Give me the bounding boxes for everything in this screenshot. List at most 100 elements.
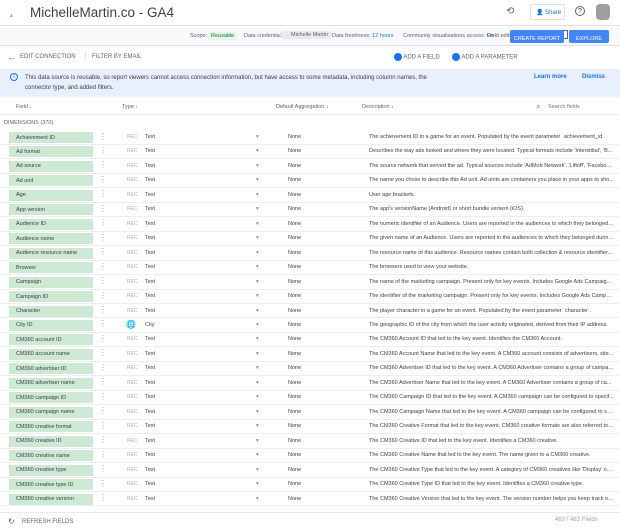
type-select[interactable]: Text — [145, 264, 155, 270]
more-vert-icon[interactable]: ⋮ — [99, 189, 107, 198]
chevron-down-icon[interactable]: ▾ — [256, 452, 259, 458]
more-vert-icon[interactable]: ⋮ — [99, 479, 107, 488]
type-select[interactable]: Text — [145, 409, 155, 415]
field-name-chip[interactable]: CM360 creative name — [9, 450, 93, 462]
aggregation-value[interactable]: None — [288, 177, 301, 183]
refresh-fields-button[interactable]: REFRESH FIELDS — [22, 519, 73, 525]
field-name-chip[interactable]: Audience ID — [9, 218, 93, 230]
field-name-chip[interactable]: CM360 advertiser name — [9, 377, 93, 389]
more-vert-icon[interactable]: ⋮ — [99, 435, 107, 444]
field-description[interactable]: Describes the way ads looked and where t… — [369, 148, 614, 154]
type-select[interactable]: Text — [145, 394, 155, 400]
field-name-chip[interactable]: Character — [9, 305, 93, 317]
field-name-chip[interactable]: Audience resource name — [9, 247, 93, 259]
field-description[interactable]: The browsers used to view your website. — [369, 264, 614, 270]
more-vert-icon[interactable]: ⋮ — [99, 233, 107, 242]
field-name-chip[interactable]: CM360 creative ID — [9, 435, 93, 447]
aggregation-value[interactable]: None — [288, 394, 301, 400]
field-description[interactable]: The CM360 Creative Version that led to t… — [369, 496, 614, 502]
field-description[interactable]: The player character in a game for an ev… — [369, 308, 614, 314]
field-description[interactable]: The achievement ID in a game for an even… — [369, 134, 614, 140]
more-vert-icon[interactable]: ⋮ — [99, 262, 107, 271]
more-vert-icon[interactable]: ⋮ — [99, 421, 107, 430]
field-description[interactable]: The CM360 Creative Type that led to the … — [369, 467, 614, 473]
type-select[interactable]: Text — [145, 336, 155, 342]
aggregation-value[interactable]: None — [288, 293, 301, 299]
type-select[interactable]: Text — [145, 467, 155, 473]
more-vert-icon[interactable]: ⋮ — [99, 160, 107, 169]
type-select[interactable]: Text — [145, 148, 155, 154]
type-select[interactable]: Text — [145, 438, 155, 444]
type-select[interactable]: Text — [145, 365, 155, 371]
chevron-down-icon[interactable]: ▾ — [256, 308, 259, 314]
add-field-button[interactable]: ADD A FIELD — [394, 53, 440, 61]
aggregation-value[interactable]: None — [288, 438, 301, 444]
type-select[interactable]: Text — [145, 192, 155, 198]
chevron-down-icon[interactable]: ▾ — [256, 351, 259, 357]
chevron-down-icon[interactable]: ▾ — [256, 394, 259, 400]
field-description[interactable]: User age brackets. — [369, 192, 614, 198]
more-vert-icon[interactable]: ⋮ — [99, 218, 107, 227]
type-select[interactable]: Text — [145, 235, 155, 241]
edit-connection-button[interactable]: EDIT CONNECTION — [20, 54, 76, 60]
field-name-chip[interactable]: CM360 account ID — [9, 334, 93, 346]
chevron-down-icon[interactable]: ▾ — [256, 380, 259, 386]
chevron-down-icon[interactable]: ▾ — [256, 322, 259, 328]
type-select[interactable]: City — [145, 322, 154, 328]
type-select[interactable]: Text — [145, 163, 155, 169]
type-select[interactable]: Text — [145, 496, 155, 502]
history-icon[interactable]: ⟲ — [506, 6, 514, 17]
more-vert-icon[interactable]: ⋮ — [99, 247, 107, 256]
aggregation-value[interactable]: None — [288, 423, 301, 429]
field-description[interactable]: The identifier of the marketing campaign… — [369, 293, 614, 299]
share-button[interactable]: 👤 Share — [530, 4, 565, 20]
chevron-down-icon[interactable]: ▾ — [256, 235, 259, 241]
more-vert-icon[interactable]: ⋮ — [99, 334, 107, 343]
more-vert-icon[interactable]: ⋮ — [99, 276, 107, 285]
field-description[interactable]: The CM360 Advertiser Name that led to th… — [369, 380, 614, 386]
chevron-down-icon[interactable]: ▾ — [256, 438, 259, 444]
chevron-down-icon[interactable]: ▾ — [256, 206, 259, 212]
more-vert-icon[interactable]: ⋮ — [99, 377, 107, 386]
description-header[interactable]: Description ↓ — [362, 104, 394, 110]
chevron-down-icon[interactable]: ▾ — [256, 496, 259, 502]
create-report-button[interactable]: CREATE REPORT — [510, 30, 564, 43]
field-description[interactable]: The resource name of this audience. Reso… — [369, 250, 614, 256]
more-vert-icon[interactable]: ⋮ — [99, 132, 107, 141]
type-select[interactable]: Text — [145, 351, 155, 357]
field-name-chip[interactable]: Ad source — [9, 160, 93, 172]
field-description[interactable]: The geographic ID of the city from which… — [369, 322, 614, 328]
aggregation-value[interactable]: None — [288, 148, 301, 154]
field-name-chip[interactable]: Campaign — [9, 276, 93, 288]
field-description[interactable]: The CM360 Campaign ID that led to the ke… — [369, 394, 614, 400]
aggregation-value[interactable]: None — [288, 250, 301, 256]
more-vert-icon[interactable]: ⋮ — [99, 348, 107, 357]
more-vert-icon[interactable]: ⋮ — [99, 146, 107, 155]
field-description[interactable]: The CM360 Account ID that led to the key… — [369, 336, 614, 342]
filter-by-email-button[interactable]: FILTER BY EMAIL — [92, 54, 141, 60]
field-description[interactable]: The CM360 Advertiser ID that led to the … — [369, 365, 614, 371]
field-description[interactable]: The CM360 Account Name that led to the k… — [369, 351, 614, 357]
community-access[interactable]: Community visualisations access: On — [403, 33, 494, 39]
field-name-chip[interactable]: Age — [9, 189, 93, 201]
more-vert-icon[interactable]: ⋮ — [99, 175, 107, 184]
explore-button[interactable]: EXPLORE — [569, 30, 609, 43]
aggregation-value[interactable]: None — [288, 235, 301, 241]
back-arrow-icon[interactable]: ← — [7, 52, 16, 62]
more-vert-icon[interactable]: ⋮ — [99, 204, 107, 213]
field-name-chip[interactable]: Achievement ID — [9, 132, 93, 143]
aggregation-value[interactable]: None — [288, 163, 301, 169]
help-icon[interactable]: ? — [575, 6, 585, 16]
field-description[interactable]: The source network that served the ad. T… — [369, 163, 614, 169]
aggregation-value[interactable]: None — [288, 308, 301, 314]
aggregation-value[interactable]: None — [288, 481, 301, 487]
field-name-chip[interactable]: CM360 account name — [9, 348, 93, 360]
field-name-chip[interactable]: Audience name — [9, 233, 93, 245]
aggregation-value[interactable]: None — [288, 452, 301, 458]
field-name-chip[interactable]: Browser — [9, 262, 93, 274]
field-description[interactable]: The app's versionName (Android) or short… — [369, 206, 614, 212]
field-description[interactable]: The CM360 Creative Format that led to th… — [369, 423, 614, 429]
type-select[interactable]: Text — [145, 308, 155, 314]
chevron-down-icon[interactable]: ▾ — [256, 467, 259, 473]
type-select[interactable]: Text — [145, 481, 155, 487]
